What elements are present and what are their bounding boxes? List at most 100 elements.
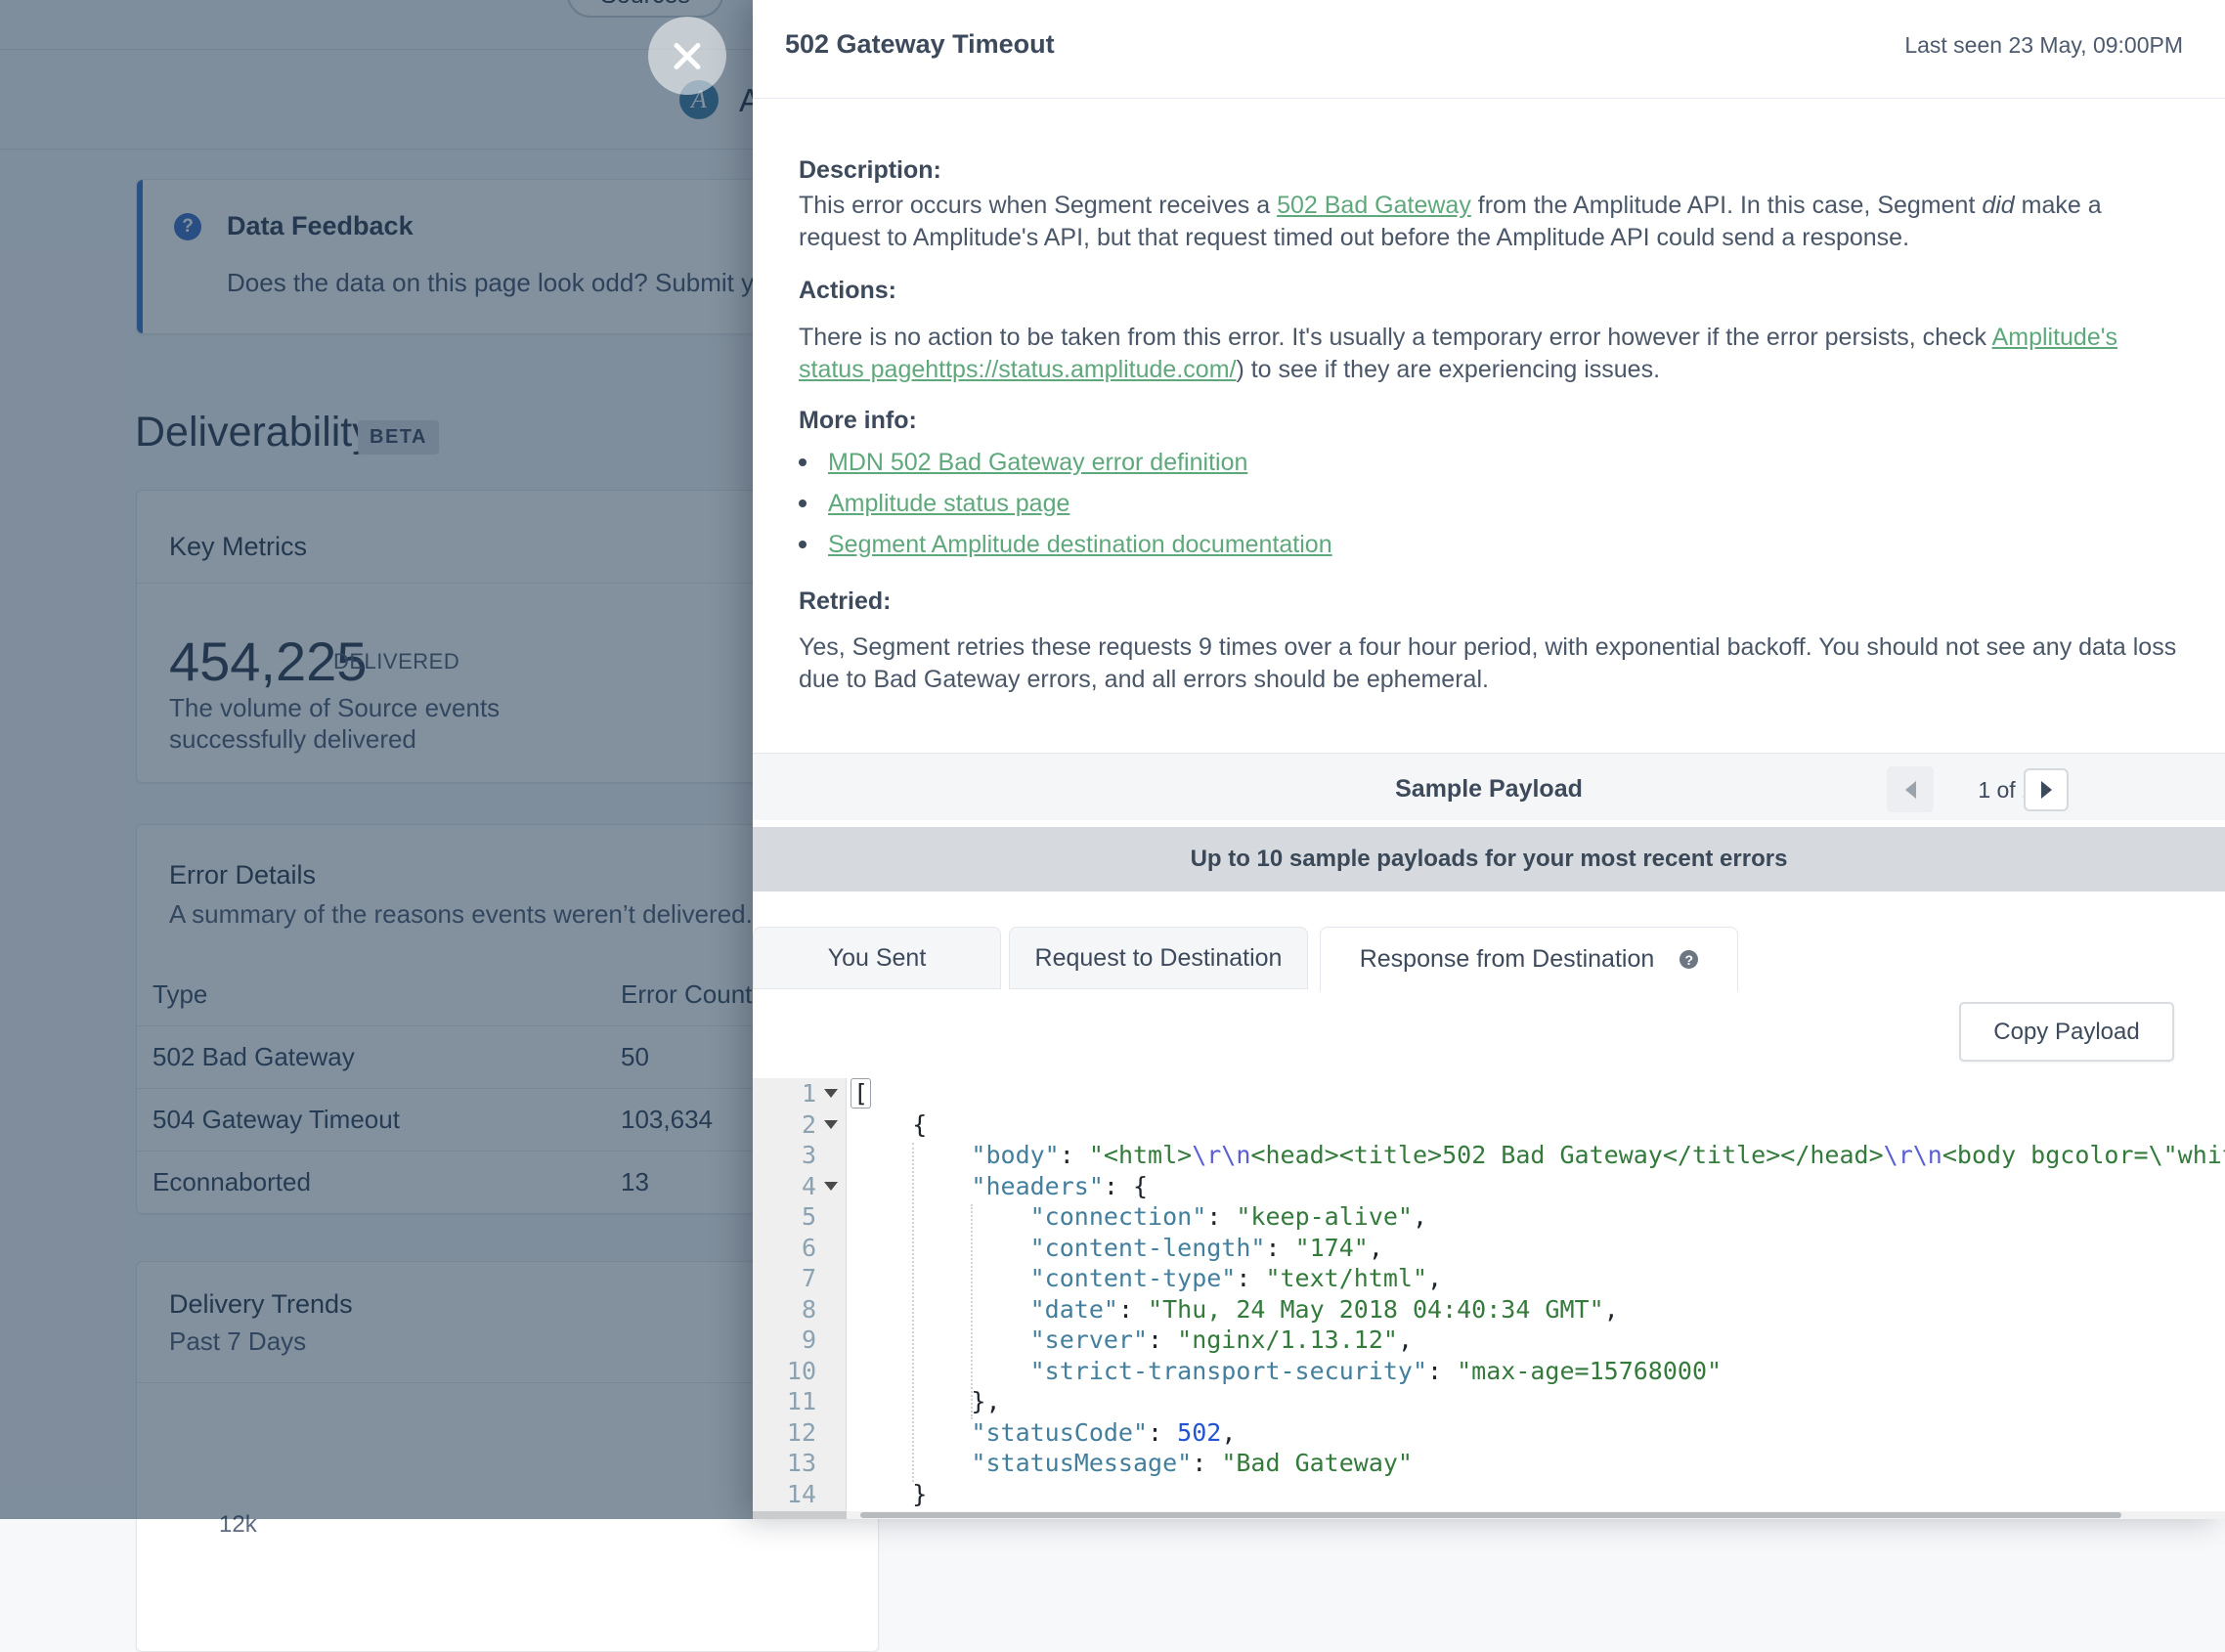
code-token: "statusCode" [971, 1418, 1148, 1447]
line-number: 11 [787, 1386, 816, 1417]
actions-paragraph: There is no action to be taken from this… [799, 322, 2187, 386]
tab-label: You Sent [828, 944, 927, 973]
gutter-line: 7 [753, 1263, 846, 1294]
description-paragraph: This error occurs when Segment receives … [799, 190, 2187, 254]
tab-label: Response from Destination [1360, 945, 1655, 974]
code-token: : [1427, 1357, 1457, 1385]
code-token: "174" [1295, 1234, 1369, 1262]
code-token: 502 [1177, 1418, 1221, 1447]
code-token [853, 1357, 1030, 1385]
retried-paragraph: Yes, Segment retries these requests 9 ti… [799, 631, 2187, 696]
payload-code-viewer[interactable]: 1234567891011121314 [ { "body": "<html>\… [753, 1078, 2225, 1511]
code-line: [ [853, 1078, 2225, 1109]
bullet-icon [799, 500, 807, 507]
gutter-line: 9 [753, 1325, 846, 1356]
code-line: "headers": { [853, 1171, 2225, 1202]
scrollbar-corner [753, 1511, 847, 1519]
code-lines: [ { "body": "<html>\r\n<head><title>502 … [853, 1078, 2225, 1509]
close-icon[interactable] [648, 17, 726, 95]
code-token: "Thu, 24 May 2018 04:40:34 GMT" [1148, 1295, 1604, 1324]
code-token: "<html> [1089, 1141, 1192, 1169]
code-token: : [1206, 1202, 1236, 1231]
code-token: } [853, 1480, 927, 1508]
line-number: 12 [787, 1417, 816, 1449]
emphasis-text: did [1982, 192, 2014, 219]
code-line: "body": "<html>\r\n<head><title>502 Bad … [853, 1140, 2225, 1171]
code-token: : [1148, 1326, 1177, 1354]
code-token: : { [1104, 1172, 1148, 1200]
line-number: 6 [802, 1233, 816, 1264]
code-token: , [1369, 1234, 1383, 1262]
next-payload-button[interactable] [2024, 768, 2069, 811]
more-info-link[interactable]: Segment Amplitude destination documentat… [828, 531, 1332, 559]
code-token: "keep-alive" [1236, 1202, 1413, 1231]
code-line: }, [853, 1386, 2225, 1417]
bullet-icon [799, 458, 807, 466]
code-token: "statusMessage" [971, 1449, 1192, 1477]
code-token: : [1236, 1264, 1265, 1292]
help-icon[interactable]: ? [1680, 950, 1698, 969]
code-token: <head><title>502 Bad Gateway</title></he… [1250, 1141, 1883, 1169]
code-line: "strict-transport-security": "max-age=15… [853, 1356, 2225, 1387]
fold-caret-icon[interactable] [824, 1182, 838, 1191]
code-line: "content-type": "text/html", [853, 1263, 2225, 1294]
code-token: "strict-transport-security" [1030, 1357, 1427, 1385]
line-number: 3 [802, 1140, 816, 1171]
code-line: { [853, 1109, 2225, 1141]
indent-guide [912, 1143, 914, 1482]
copy-payload-button[interactable]: Copy Payload [1959, 1002, 2174, 1062]
gutter-line: 3 [753, 1140, 846, 1171]
gutter-line: 6 [753, 1233, 846, 1264]
gutter-line: 11 [753, 1386, 846, 1417]
horizontal-scrollbar[interactable] [753, 1511, 2225, 1519]
code-token: "date" [1030, 1295, 1118, 1324]
list-item: MDN 502 Bad Gateway error definition [799, 442, 1332, 483]
code-token: "max-age=15768000" [1457, 1357, 1722, 1385]
prev-payload-button[interactable] [1887, 766, 1934, 812]
gutter-line: 1 [753, 1078, 846, 1109]
code-token: \r\n [1192, 1141, 1250, 1169]
code-token: }, [853, 1387, 1001, 1415]
more-info-link[interactable]: MDN 502 Bad Gateway error definition [828, 449, 1247, 477]
code-token: : [1148, 1418, 1177, 1447]
code-token [853, 1264, 1030, 1292]
gutter-line: 4 [753, 1171, 846, 1202]
list-item: Amplitude status page [799, 483, 1332, 524]
line-number: 13 [787, 1448, 816, 1479]
code-token: "content-type" [1030, 1264, 1237, 1292]
error-detail-modal: 502 Gateway Timeout Last seen 23 May, 09… [753, 0, 2225, 1519]
code-line: "connection": "keep-alive", [853, 1201, 2225, 1233]
scrollbar-thumb[interactable] [860, 1512, 2121, 1518]
code-token [853, 1234, 1030, 1262]
code-token: "headers" [971, 1172, 1103, 1200]
tab-you-sent[interactable]: You Sent [753, 927, 1001, 989]
fold-caret-icon[interactable] [824, 1120, 838, 1129]
paragraph-text: This error occurs when Segment receives … [799, 192, 1277, 219]
code-token: { [853, 1110, 927, 1139]
description-label: Description: [799, 156, 941, 185]
retried-label: Retried: [799, 587, 891, 616]
code-token: "body" [971, 1141, 1059, 1169]
tab-request-to-destination[interactable]: Request to Destination [1009, 927, 1308, 989]
code-token: , [1221, 1418, 1236, 1447]
gutter-line: 10 [753, 1356, 846, 1387]
line-number: 2 [802, 1109, 816, 1141]
actions-label: Actions: [799, 277, 896, 305]
inline-link[interactable]: 502 Bad Gateway [1277, 192, 1471, 219]
fold-caret-icon[interactable] [824, 1089, 838, 1098]
tab-response-from-destination[interactable]: Response from Destination? [1320, 927, 1738, 991]
code-line: "server": "nginx/1.13.12", [853, 1325, 2225, 1356]
code-token: : [1192, 1449, 1221, 1477]
paragraph-text: from the Amplitude API. In this case, Se… [1471, 192, 1983, 219]
line-number: 5 [802, 1201, 816, 1233]
code-token: : [1118, 1295, 1148, 1324]
code-token: <body bgcolor=\"white\"> [1942, 1141, 2225, 1169]
line-number: 7 [802, 1263, 816, 1294]
more-info-link[interactable]: Amplitude status page [828, 490, 1069, 518]
code-token: \r\n [1884, 1141, 1942, 1169]
code-token: : [1265, 1234, 1294, 1262]
line-number: 1 [802, 1078, 816, 1109]
code-token: , [1413, 1202, 1427, 1231]
chevron-right-icon [2041, 781, 2052, 799]
line-number: 8 [802, 1294, 816, 1326]
